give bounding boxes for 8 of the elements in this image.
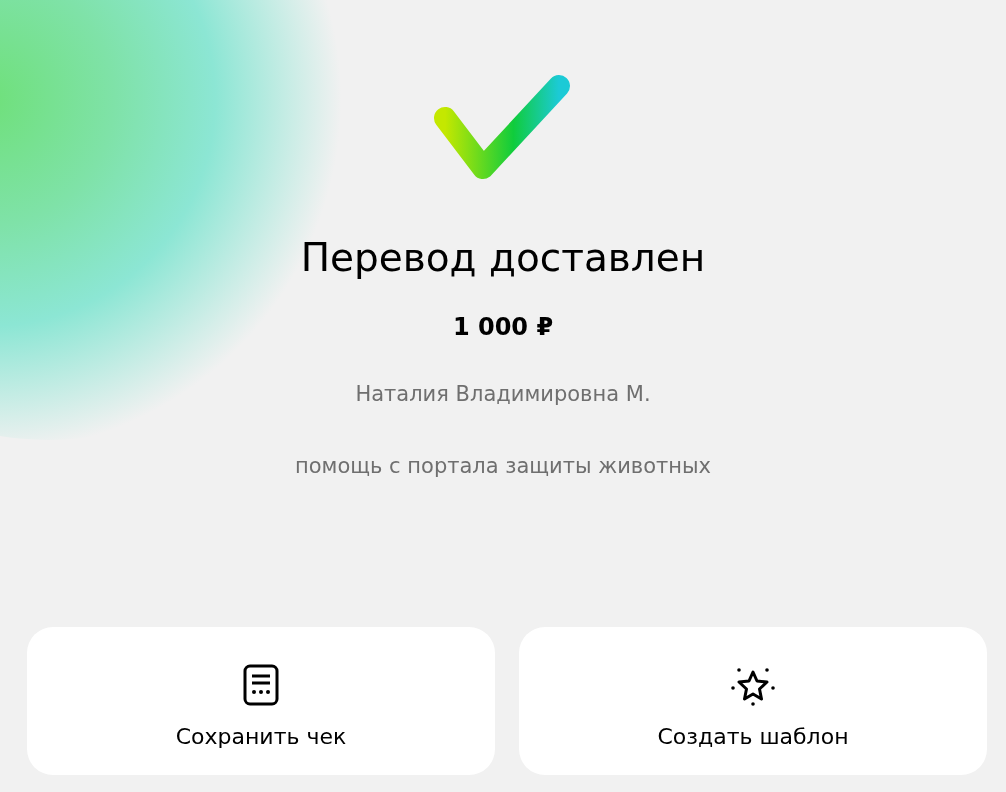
save-receipt-button[interactable]: Сохранить чек bbox=[27, 627, 495, 775]
recipient-name: Наталия Владимировна М. bbox=[355, 381, 651, 408]
transfer-amount: 1 000 ₽ bbox=[452, 312, 554, 342]
status-title: Перевод доставлен bbox=[300, 234, 706, 282]
receipt-icon bbox=[243, 663, 279, 706]
transfer-message: помощь с портала защиты животных bbox=[295, 453, 711, 480]
create-template-button[interactable]: Создать шаблон bbox=[519, 627, 987, 775]
checkmark-icon bbox=[433, 74, 573, 182]
